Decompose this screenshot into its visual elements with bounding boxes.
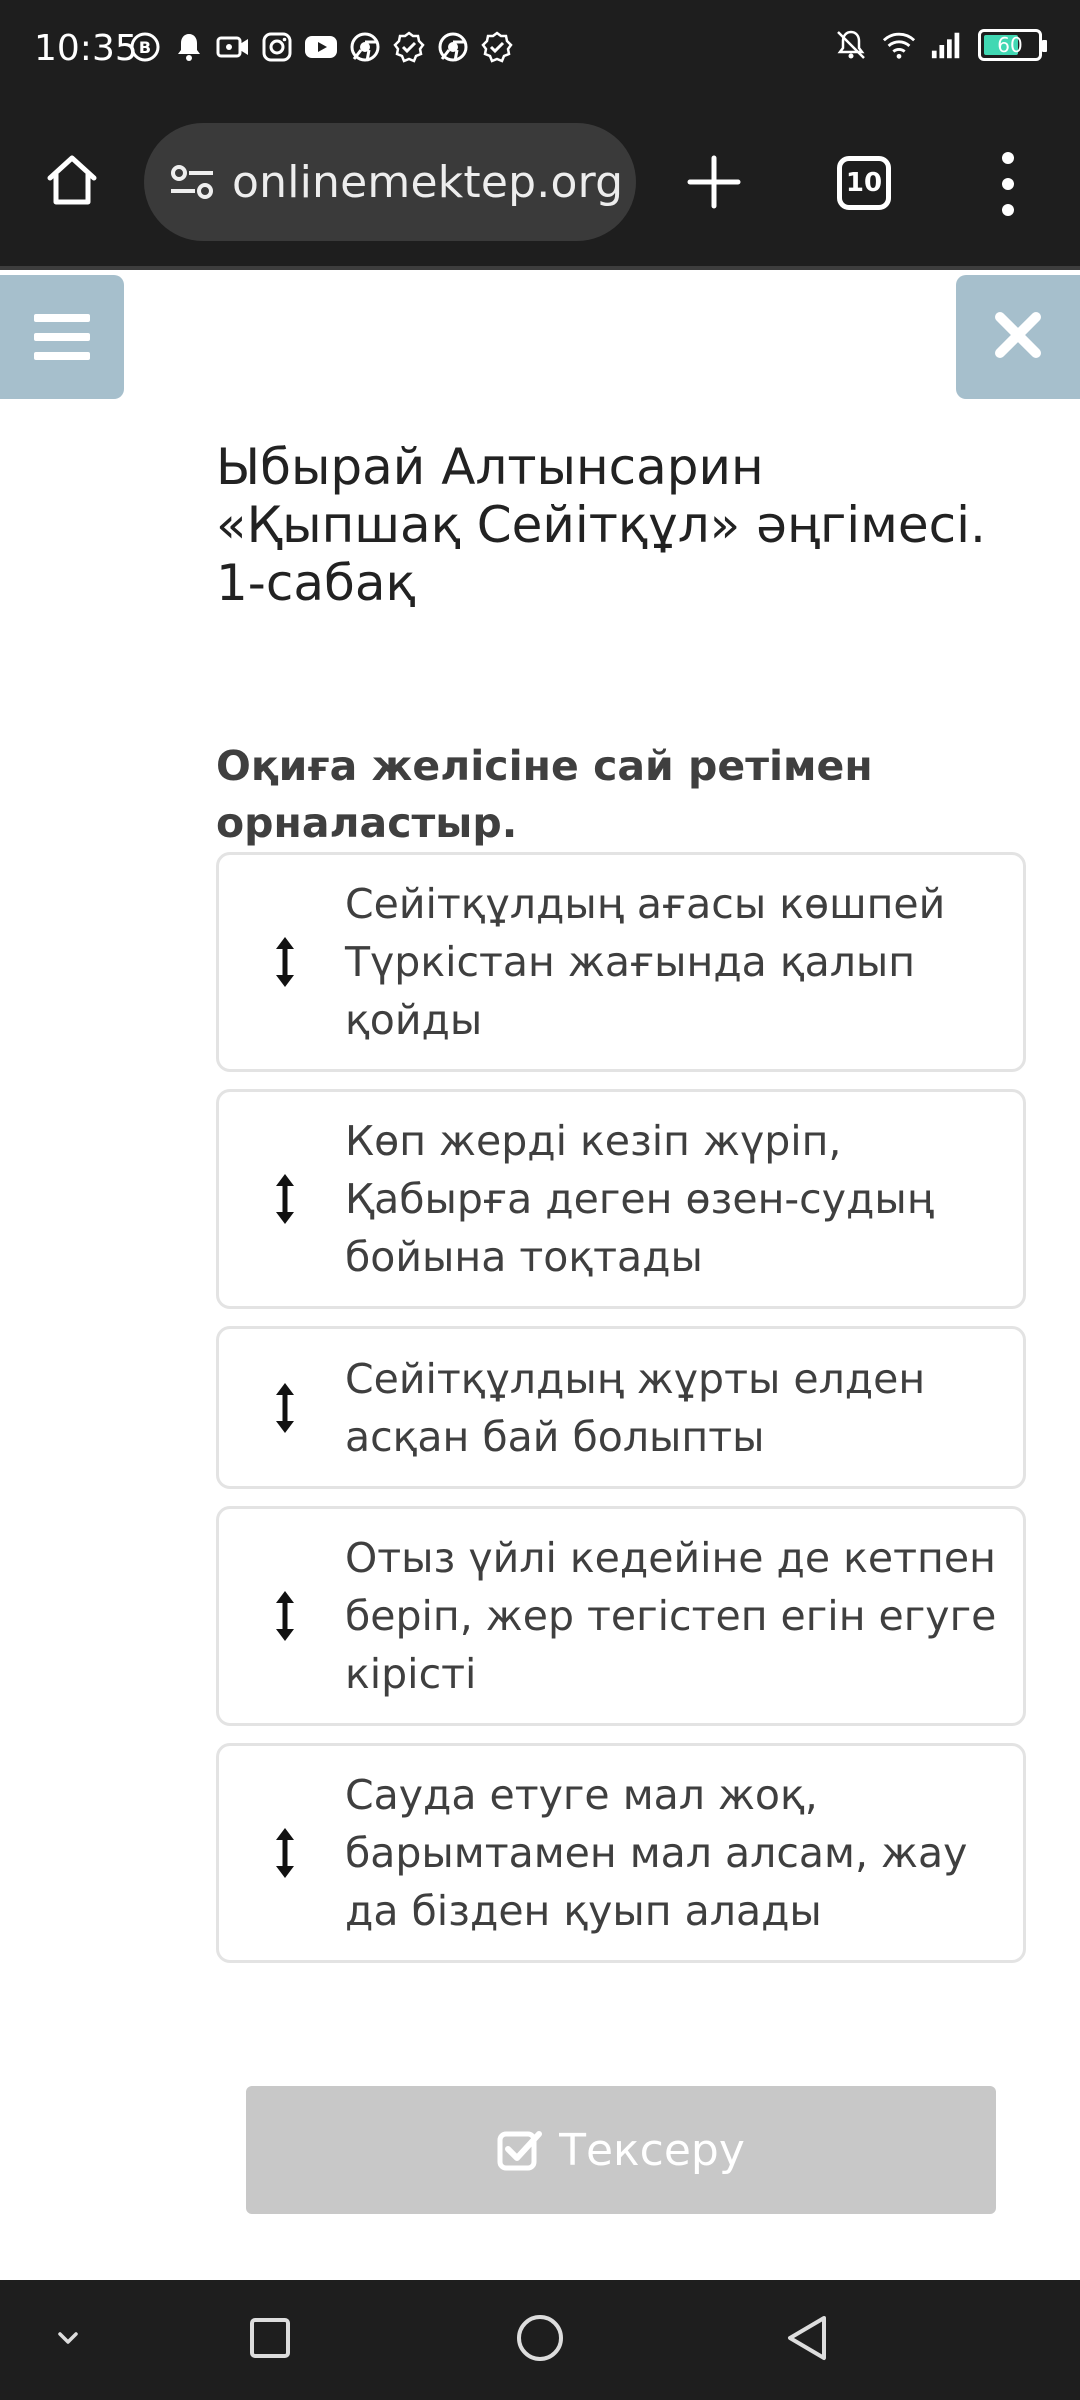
back-triangle-icon [782, 2312, 834, 2369]
system-nav-bar [0, 2280, 1080, 2400]
nav-collapse-button[interactable] [30, 2302, 106, 2378]
wifi-icon [882, 28, 916, 62]
hamburger-icon [34, 314, 90, 322]
verified-icon [480, 30, 514, 64]
battery-icon: 60 [978, 29, 1047, 61]
browser-menu-button[interactable] [988, 152, 1028, 216]
video-call-icon [216, 30, 250, 64]
new-tab-button[interactable] [680, 150, 748, 218]
plus-icon [686, 154, 742, 215]
checkbox-check-icon [497, 2127, 543, 2173]
close-icon [992, 309, 1044, 366]
battery-level: 60 [997, 33, 1023, 57]
tab-count: 10 [845, 168, 883, 198]
menu-toggle-button[interactable] [0, 275, 124, 399]
bell-icon [172, 30, 206, 64]
nav-back-button[interactable] [770, 2302, 846, 2378]
item-text: Сауда етуге мал жоқ, барымтамен мал алса… [345, 1771, 968, 1935]
instagram-icon [260, 30, 294, 64]
notification-icons: B [128, 30, 514, 64]
bell-off-icon [834, 28, 868, 62]
sortable-item[interactable]: Көп жерді кезіп жүріп, Қабырға деген өзе… [216, 1089, 1026, 1309]
sortable-item[interactable]: Отыз үйлі кедейіне де кетпен беріп, жер … [216, 1506, 1026, 1726]
item-text: Сейітқұлдың жұрты елден асқан бай болыпт… [345, 1354, 926, 1461]
more-vert-icon [1002, 152, 1014, 164]
site-settings-icon[interactable] [166, 156, 218, 208]
check-button-label: Тексеру [559, 2124, 745, 2176]
tab-switcher-button[interactable]: 10 [837, 156, 891, 210]
item-text: Сейітқұлдың ағасы көшпей Түркістан жағын… [345, 880, 946, 1044]
page-title: Ыбырай Алтынсарин «Қыпшақ Сейітқұл» әңгі… [216, 438, 986, 612]
square-icon [246, 2314, 294, 2367]
youtube-icon [304, 30, 338, 64]
chrome-icon [436, 30, 470, 64]
sortable-item[interactable]: Сейітқұлдың жұрты елден асқан бай болыпт… [216, 1326, 1026, 1489]
nav-recents-button[interactable] [232, 2302, 308, 2378]
sortable-item[interactable]: Сейітқұлдың ағасы көшпей Түркістан жағын… [216, 852, 1026, 1072]
svg-text:B: B [139, 38, 151, 57]
item-text: Көп жерді кезіп жүріп, Қабырға деген өзе… [345, 1117, 934, 1281]
drag-handle-icon[interactable] [273, 935, 297, 989]
nav-home-button[interactable] [502, 2302, 578, 2378]
status-bar: 10:35 B 60 [0, 0, 1080, 100]
item-text: Отыз үйлі кедейіне де кетпен беріп, жер … [345, 1534, 997, 1698]
system-icons: 60 [834, 28, 1047, 62]
signal-icon [930, 28, 964, 62]
home-icon [42, 150, 102, 215]
url-bar[interactable]: onlinemektep.org [144, 123, 636, 241]
chevron-down-icon [50, 2320, 86, 2361]
chrome-icon [348, 30, 382, 64]
drag-handle-icon[interactable] [273, 1172, 297, 1226]
close-button[interactable] [956, 275, 1080, 399]
url-text[interactable]: onlinemektep.org [232, 157, 623, 208]
verified-icon [392, 30, 426, 64]
drag-handle-icon[interactable] [273, 1826, 297, 1880]
status-time: 10:35 [34, 28, 138, 69]
drag-handle-icon[interactable] [273, 1381, 297, 1435]
task-instruction: Оқиға желісіне сай ретімен орналастыр. [216, 742, 873, 847]
sortable-item[interactable]: Сауда етуге мал жоқ, барымтамен мал алса… [216, 1743, 1026, 1963]
check-answer-button[interactable]: Тексеру [246, 2086, 996, 2214]
drag-handle-icon[interactable] [273, 1589, 297, 1643]
b-badge-icon: B [128, 30, 162, 64]
circle-icon [514, 2312, 566, 2369]
home-button[interactable] [36, 146, 108, 218]
